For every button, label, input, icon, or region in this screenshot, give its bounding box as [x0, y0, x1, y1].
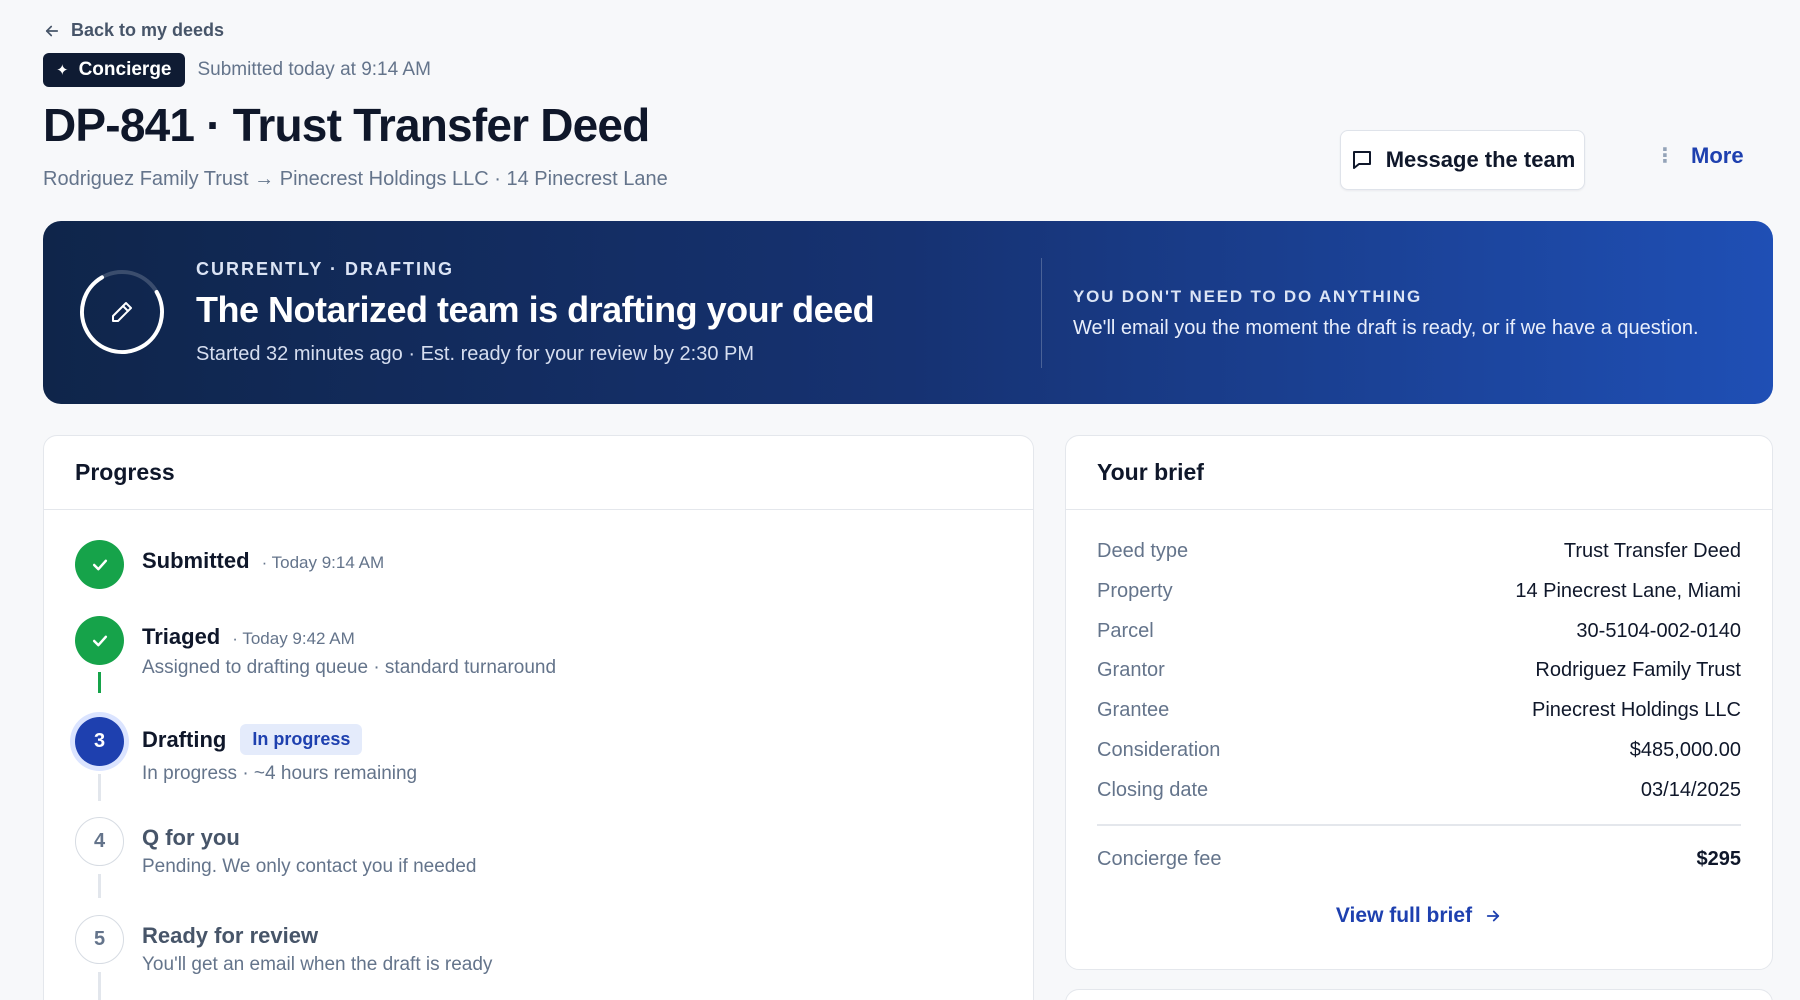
back-to-deeds-link[interactable]: Back to my deeds	[43, 20, 224, 41]
submission-meta: ✦ Concierge Submitted today at 9:14 AM	[43, 53, 431, 87]
brief-value: 03/14/2025	[1640, 779, 1741, 801]
banner-title: The Notarized team is drafting your deed	[196, 289, 875, 330]
page-title: DP-841 · Trust Transfer Deed	[43, 99, 650, 151]
step-description: In progress · ~4 hours remaining	[142, 763, 418, 784]
step-connector	[98, 672, 101, 693]
brief-card: Your brief Deed type Trust Transfer Deed…	[1065, 435, 1773, 970]
brief-value: Pinecrest Holdings LLC	[1532, 699, 1741, 721]
submitted-timestamp: Submitted today at 9:14 AM	[197, 59, 431, 80]
arrow-left-icon	[45, 25, 59, 36]
step-number-badge: 5	[75, 915, 124, 964]
concierge-badge-label: Concierge	[78, 59, 172, 80]
fee-value: $295	[1696, 848, 1742, 870]
more-label: More	[1691, 143, 1744, 168]
step-connector	[98, 774, 101, 801]
more-vertical-icon: ⋮	[1655, 145, 1675, 167]
back-link-label: Back to my deeds	[71, 20, 225, 40]
brief-value: Rodriguez Family Trust	[1535, 659, 1741, 681]
step-number-badge: 4	[75, 817, 124, 866]
brief-row-closing-date: Closing date 03/14/2025	[1097, 779, 1741, 802]
brief-value: Trust Transfer Deed	[1563, 540, 1741, 562]
brief-card-title: Your brief	[1066, 436, 1772, 510]
brief-row-grantee: Grantee Pinecrest Holdings LLC	[1097, 699, 1741, 722]
sparkle-icon: ✦	[56, 62, 69, 79]
brief-value: $485,000.00	[1629, 739, 1741, 761]
step-title: Submitted · Today 9:14 AM	[142, 548, 384, 574]
in-progress-badge: In progress	[240, 724, 363, 755]
message-team-button[interactable]: Message the team	[1340, 130, 1585, 190]
brief-label: Property	[1097, 580, 1173, 602]
progress-card-title: Progress	[44, 436, 1033, 510]
arrow-right-icon	[1486, 910, 1500, 922]
next-card	[1065, 989, 1773, 1000]
brief-row-property: Property 14 Pinecrest Lane, Miami	[1097, 580, 1741, 603]
step-number-badge: 3	[75, 717, 124, 766]
step-name: Triaged	[142, 624, 221, 649]
view-full-brief-link[interactable]: View full brief	[1066, 904, 1772, 928]
brief-value: 14 Pinecrest Lane, Miami	[1515, 580, 1741, 602]
step-title: Q for you	[142, 825, 240, 850]
progress-card: Progress Submitted · Today 9:14 AM Triage…	[43, 435, 1034, 1000]
step-name: Submitted	[142, 548, 250, 573]
brief-label: Grantor	[1097, 659, 1165, 681]
brief-row-parcel: Parcel 30-5104-002-0140	[1097, 620, 1741, 643]
brief-row-grantor: Grantor Rodriguez Family Trust	[1097, 659, 1741, 682]
view-brief-label: View full brief	[1335, 904, 1473, 927]
step-connector	[98, 874, 101, 898]
step-title: Drafting In progress	[142, 724, 363, 755]
step-name: Drafting	[142, 727, 227, 752]
banner-subtitle: Started 32 minutes ago · Est. ready for …	[196, 343, 755, 365]
check-icon	[75, 616, 124, 665]
pencil-icon	[80, 270, 164, 354]
brief-row-consideration: Consideration $485,000.00	[1097, 739, 1741, 762]
step-connector	[98, 972, 101, 1000]
brief-label: Grantee	[1097, 699, 1170, 721]
brief-divider	[1097, 824, 1741, 826]
brief-label: Consideration	[1097, 739, 1221, 761]
step-description: You'll get an email when the draft is re…	[142, 954, 493, 975]
step-title: Ready for review	[142, 923, 319, 948]
step-timestamp: · Today 9:14 AM	[261, 553, 385, 572]
step-timestamp: · Today 9:42 AM	[232, 629, 355, 648]
brief-label: Closing date	[1097, 779, 1209, 801]
brief-label: Deed type	[1097, 540, 1189, 562]
fee-label: Concierge fee	[1097, 848, 1222, 870]
step-title: Triaged · Today 9:42 AM	[142, 624, 355, 650]
banner-eyebrow: CURRENTLY · DRAFTING	[196, 259, 455, 279]
more-button[interactable]: ⋮ More	[1655, 143, 1744, 169]
chat-bubble-icon	[1352, 151, 1371, 169]
brief-row-concierge-fee: Concierge fee $295	[1097, 848, 1741, 871]
message-team-label: Message the team	[1385, 147, 1576, 172]
banner-right-text: We'll email you the moment the draft is …	[1073, 317, 1699, 339]
status-banner: CURRENTLY · DRAFTING The Notarized team …	[43, 221, 1773, 404]
concierge-badge: ✦ Concierge	[43, 53, 185, 87]
banner-right-eyebrow: YOU DON'T NEED TO DO ANYTHING	[1073, 287, 1423, 306]
step-description: Pending. We only contact you if needed	[142, 856, 477, 877]
brief-value: 30-5104-002-0140	[1576, 620, 1741, 642]
brief-label: Parcel	[1097, 620, 1154, 642]
brief-row-deed-type: Deed type Trust Transfer Deed	[1097, 540, 1741, 563]
check-icon	[75, 540, 124, 589]
banner-divider	[1041, 258, 1042, 368]
step-description: Assigned to drafting queue · standard tu…	[142, 657, 557, 678]
page-subtitle: Rodriguez Family Trust → Pinecrest Holdi…	[43, 168, 668, 190]
